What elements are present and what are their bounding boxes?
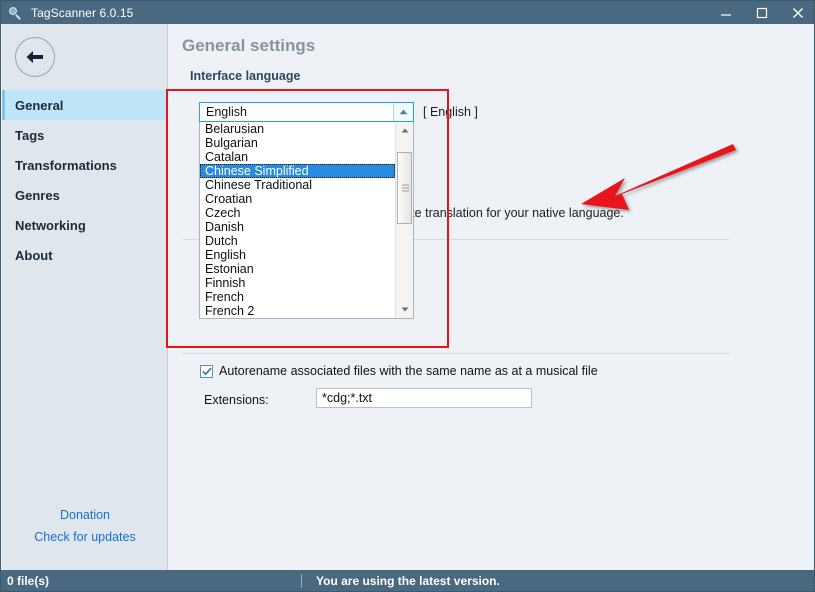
language-combobox[interactable]: English	[199, 102, 414, 122]
back-button[interactable]	[15, 37, 55, 77]
sidebar-links: Donation Check for updates	[2, 500, 168, 552]
dropdown-options: Belarusian Bulgarian Catalan Chinese Sim…	[200, 122, 395, 318]
scrollbar-thumb[interactable]	[397, 152, 412, 224]
dropdown-option[interactable]: Czech	[200, 206, 395, 220]
arrow-left-icon	[26, 51, 43, 63]
sidebar-item-label: Genres	[15, 187, 60, 203]
sidebar-nav: General Tags Transformations Genres Netw…	[2, 90, 168, 270]
checkmark-icon	[201, 367, 212, 375]
dropdown-option[interactable]: Danish	[200, 220, 395, 234]
settings-content: General settings Interface language to c…	[168, 24, 814, 572]
page-title: General settings	[182, 36, 316, 55]
sidebar: General Tags Transformations Genres Netw…	[2, 24, 168, 572]
scrollbar-grip-icon	[402, 184, 409, 192]
minimize-button[interactable]	[708, 1, 744, 24]
caret-down-icon[interactable]	[396, 301, 413, 318]
dropdown-option[interactable]: Galician	[200, 318, 395, 319]
dropdown-scrollbar[interactable]	[395, 122, 413, 318]
sidebar-item-networking[interactable]: Networking	[2, 210, 168, 240]
dropdown-option[interactable]: Catalan	[200, 150, 395, 164]
autorename-checkbox[interactable]	[200, 364, 213, 378]
language-tag: [ English ]	[423, 105, 478, 119]
sidebar-item-about[interactable]: About	[2, 240, 168, 270]
title-bar: TagScanner 6.0.15	[1, 1, 814, 24]
dropdown-option[interactable]: Dutch	[200, 234, 395, 248]
caret-up-icon[interactable]	[396, 122, 413, 139]
close-button[interactable]	[780, 1, 814, 24]
sidebar-item-tags[interactable]: Tags	[2, 120, 168, 150]
dropdown-option[interactable]: French 2	[200, 304, 395, 318]
sidebar-item-label: About	[15, 247, 53, 263]
check-for-updates-link[interactable]: Check for updates	[2, 530, 168, 544]
status-divider	[301, 573, 302, 588]
dropdown-option[interactable]: Croatian	[200, 192, 395, 206]
sidebar-item-genres[interactable]: Genres	[2, 180, 168, 210]
sidebar-item-transformations[interactable]: Transformations	[2, 150, 168, 180]
dropdown-option[interactable]: Belarusian	[200, 122, 395, 136]
sidebar-item-general[interactable]: General	[2, 90, 168, 120]
status-bar: 0 file(s) You are using the latest versi…	[1, 570, 814, 591]
dropdown-option[interactable]: Bulgarian	[200, 136, 395, 150]
dropdown-option-selected[interactable]: Chinese Simplified	[200, 164, 395, 178]
chevron-up-icon[interactable]	[393, 103, 413, 121]
extensions-input[interactable]: *cdg;*.txt	[316, 388, 532, 408]
dropdown-option[interactable]: Chinese Traditional	[200, 178, 395, 192]
status-file-count: 0 file(s)	[7, 573, 50, 588]
magnifier-icon	[7, 5, 23, 21]
section-divider	[183, 353, 729, 354]
window-controls	[708, 1, 814, 24]
dropdown-option[interactable]: English	[200, 248, 395, 262]
autorename-row[interactable]: Autorename associated files with the sam…	[200, 364, 598, 378]
autorename-label: Autorename associated files with the sam…	[219, 364, 598, 378]
maximize-button[interactable]	[744, 1, 780, 24]
sidebar-item-label: Networking	[15, 217, 86, 233]
sidebar-item-label: Tags	[15, 127, 45, 143]
interface-language-label: Interface language	[190, 69, 301, 83]
extensions-label: Extensions:	[204, 393, 269, 407]
status-message: You are using the latest version.	[316, 573, 500, 588]
tagscanner-window: TagScanner 6.0.15 General Tags Transform…	[0, 0, 815, 592]
dropdown-option[interactable]: Finnish	[200, 276, 395, 290]
language-combobox-value: English	[206, 105, 247, 119]
language-dropdown-list[interactable]: Belarusian Bulgarian Catalan Chinese Sim…	[199, 122, 414, 319]
window-title: TagScanner 6.0.15	[31, 5, 134, 20]
donation-link[interactable]: Donation	[2, 508, 168, 522]
dropdown-option[interactable]: French	[200, 290, 395, 304]
sidebar-item-label: Transformations	[15, 157, 117, 173]
dropdown-option[interactable]: Estonian	[200, 262, 395, 276]
sidebar-item-label: General	[15, 97, 64, 113]
